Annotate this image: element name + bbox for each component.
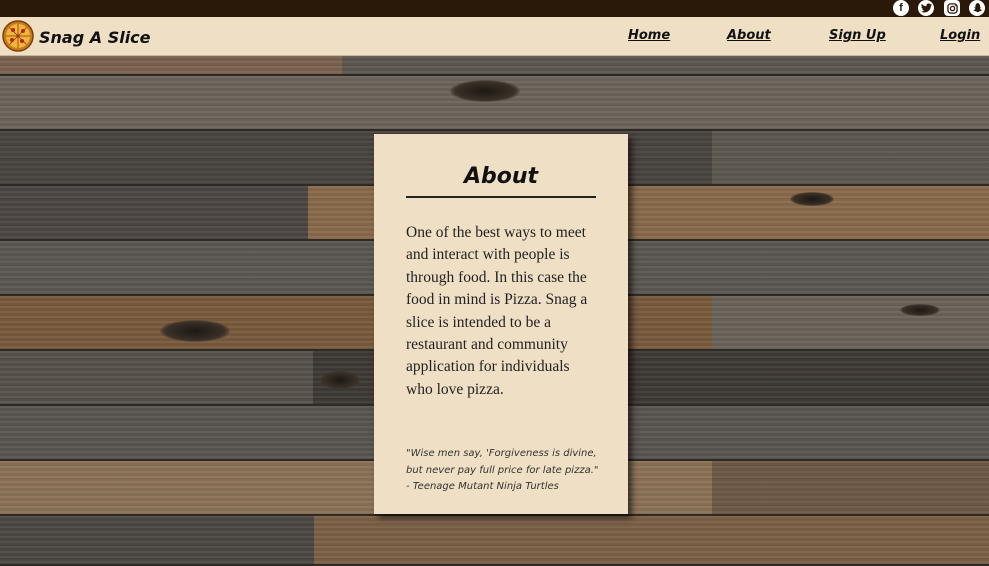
nav-about[interactable]: About bbox=[727, 28, 771, 43]
quote-attribution: - Teenage Mutant Ninja Turtles bbox=[406, 481, 559, 492]
navbar: Snag A Slice Home About Sign Up Login bbox=[0, 17, 989, 56]
brand-name[interactable]: Snag A Slice bbox=[39, 28, 151, 47]
quote-line-1: "Wise men say, 'Forgiveness is divine, bbox=[406, 448, 597, 459]
instagram-icon[interactable] bbox=[944, 0, 960, 16]
about-body: One of the best ways to meet and interac… bbox=[406, 224, 588, 398]
about-title: About bbox=[463, 164, 539, 189]
facebook-icon[interactable]: f bbox=[893, 0, 909, 16]
quote-line-2: but never pay full price for late pizza.… bbox=[406, 464, 599, 476]
social-bar: f bbox=[0, 0, 989, 17]
title-divider bbox=[406, 196, 596, 198]
nav-login[interactable]: Login bbox=[940, 28, 980, 43]
pizza-icon[interactable] bbox=[2, 20, 34, 52]
nav-home[interactable]: Home bbox=[628, 28, 670, 43]
twitter-icon[interactable] bbox=[918, 0, 934, 16]
quote: "Wise men say, 'Forgiveness is divine, b… bbox=[406, 446, 606, 496]
snapchat-icon[interactable] bbox=[969, 0, 985, 16]
nav-signup[interactable]: Sign Up bbox=[829, 28, 886, 43]
about-card: About One of the best ways to meet and i… bbox=[374, 134, 628, 514]
